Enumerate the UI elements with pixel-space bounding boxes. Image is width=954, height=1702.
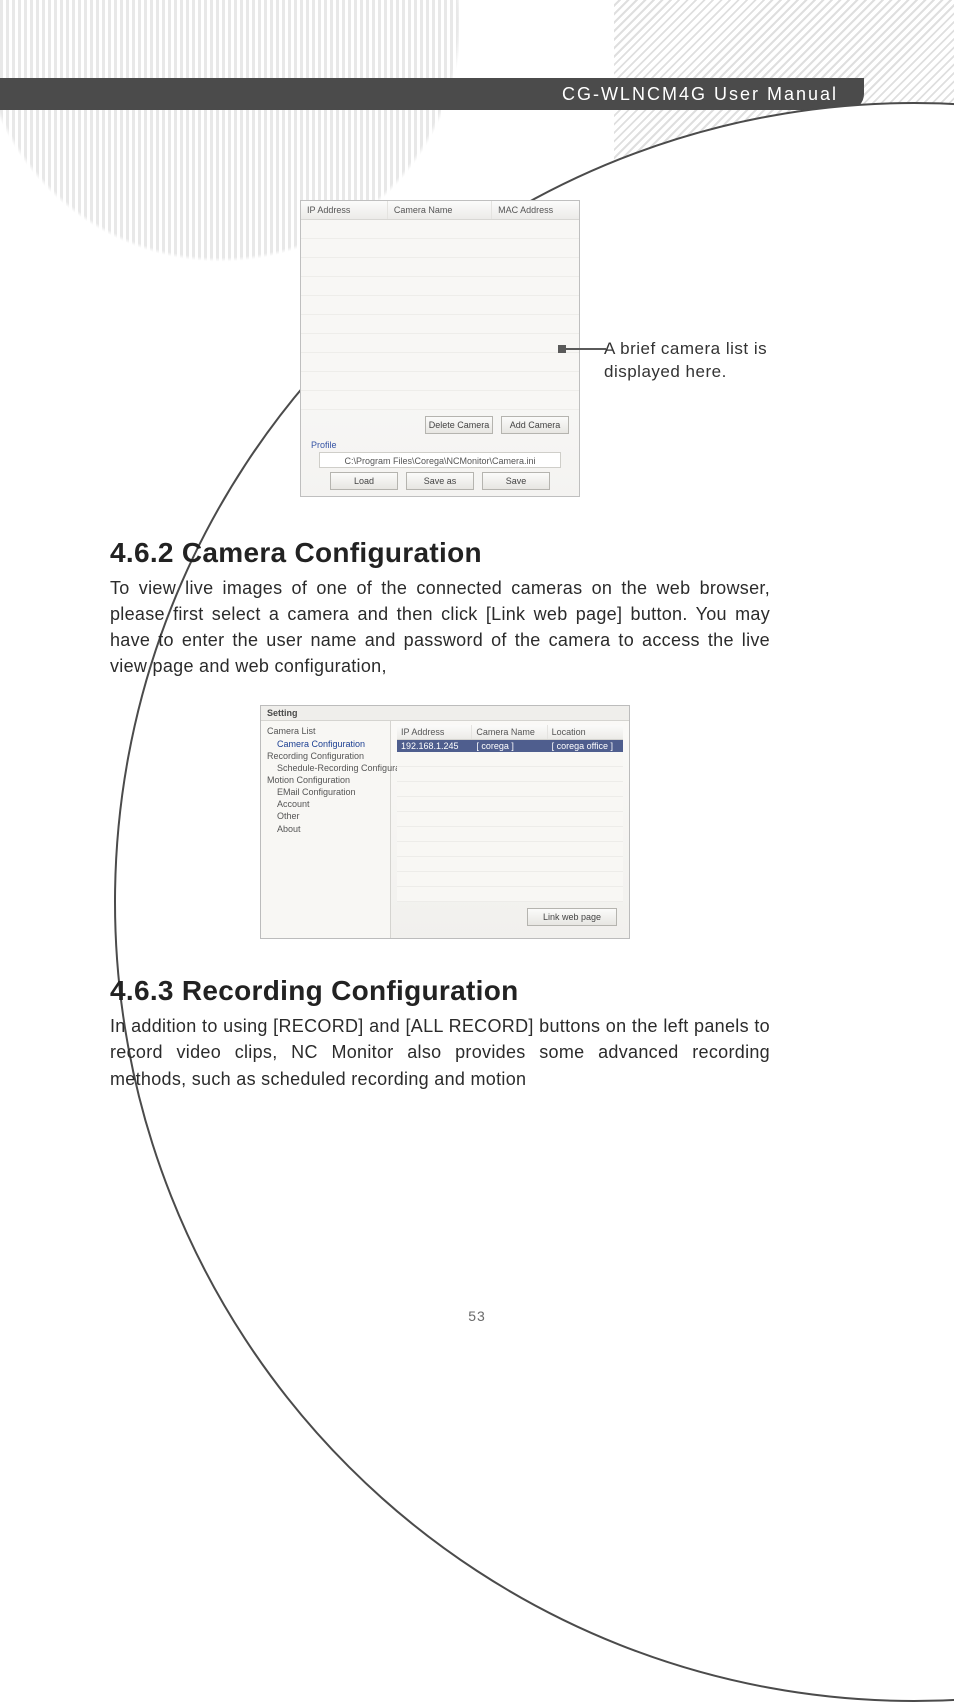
callout-text: A brief camera list is displayed here. [604, 338, 767, 384]
delete-camera-button[interactable]: Delete Camera [425, 416, 493, 434]
profile-button-row: Load Save as Save [301, 472, 579, 490]
cell-ip: 192.168.1.245 [397, 740, 472, 752]
setting-dialog-title: Setting [261, 706, 629, 721]
header-title: CG-WLNCM4G User Manual [562, 84, 838, 105]
profile-label: Profile [301, 438, 579, 450]
tree-camera-configuration[interactable]: Camera Configuration [267, 738, 384, 750]
hdr-ip-address: IP Address [397, 725, 472, 739]
camera-list-columns: IP Address Camera Name MAC Address [301, 201, 579, 220]
tree-schedule-recording[interactable]: Schedule-Recording Configuration [267, 762, 384, 774]
callout-pointer-line [562, 348, 606, 350]
setting-tree: Camera List Camera Configuration Recordi… [261, 721, 391, 938]
heading-camera-configuration: 4.6.2 Camera Configuration [110, 537, 770, 569]
tree-recording-configuration[interactable]: Recording Configuration [267, 750, 384, 762]
load-button[interactable]: Load [330, 472, 398, 490]
save-as-button[interactable]: Save as [406, 472, 474, 490]
tree-camera-list[interactable]: Camera List [267, 725, 384, 737]
col-ip-address: IP Address [301, 201, 388, 219]
page-number: 53 [0, 1308, 954, 1324]
col-camera-name: Camera Name [388, 201, 492, 219]
tree-about[interactable]: About [267, 823, 384, 835]
body-camera-configuration: To view live images of one of the connec… [110, 575, 770, 679]
callout-line2: displayed here. [604, 362, 727, 381]
camera-list-button-row: Delete Camera Add Camera [301, 410, 579, 438]
section-recording-configuration: 4.6.3 Recording Configuration In additio… [110, 975, 770, 1091]
setting-table-empty [397, 752, 623, 902]
header-title-bar: CG-WLNCM4G User Manual [0, 78, 864, 110]
hdr-camera-name: Camera Name [472, 725, 547, 739]
page-content: IP Address Camera Name MAC Address Delet… [110, 200, 845, 1092]
cell-name: [ corega ] [472, 740, 547, 752]
callout-line1: A brief camera list is [604, 339, 767, 358]
camera-list-panel: IP Address Camera Name MAC Address Delet… [300, 200, 580, 497]
add-camera-button[interactable]: Add Camera [501, 416, 569, 434]
tree-motion-configuration[interactable]: Motion Configuration [267, 774, 384, 786]
setting-right-panel: IP Address Camera Name Location 192.168.… [391, 721, 629, 938]
col-mac-address: MAC Address [492, 201, 579, 219]
save-button[interactable]: Save [482, 472, 550, 490]
setting-table-row-selected[interactable]: 192.168.1.245 [ corega ] [ corega office… [397, 740, 623, 752]
heading-recording-configuration: 4.6.3 Recording Configuration [110, 975, 770, 1007]
setting-footer: Link web page [397, 902, 623, 932]
setting-dialog: Setting Camera List Camera Configuration… [260, 705, 630, 939]
camera-list-rows [301, 220, 579, 410]
hdr-location: Location [548, 725, 623, 739]
cell-location: [ corega office ] [548, 740, 623, 752]
link-web-page-button[interactable]: Link web page [527, 908, 617, 926]
section-camera-configuration: 4.6.2 Camera Configuration To view live … [110, 537, 770, 939]
body-recording-configuration: In addition to using [RECORD] and [ALL R… [110, 1013, 770, 1091]
tree-other[interactable]: Other [267, 810, 384, 822]
setting-table-headers: IP Address Camera Name Location [397, 725, 623, 740]
profile-path-field[interactable]: C:\Program Files\Corega\NCMonitor\Camera… [319, 452, 561, 468]
tree-account[interactable]: Account [267, 798, 384, 810]
tree-email-configuration[interactable]: EMail Configuration [267, 786, 384, 798]
